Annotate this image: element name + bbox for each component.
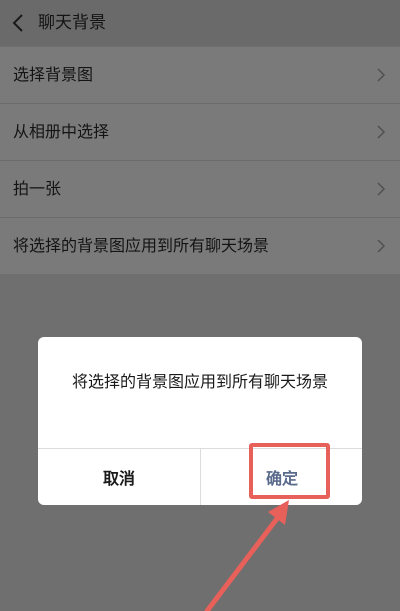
top-bar: 聊天背景 (0, 0, 400, 46)
chevron-right-icon (377, 68, 386, 82)
chevron-right-icon (377, 125, 386, 139)
menu-item-take-photo[interactable]: 拍一张 (0, 161, 400, 218)
cancel-button[interactable]: 取消 (38, 449, 200, 505)
menu-item-choose-from-album[interactable]: 从相册中选择 (0, 104, 400, 161)
page-title: 聊天背景 (38, 13, 106, 33)
menu-item-apply-to-all-chats[interactable]: 将选择的背景图应用到所有聊天场景 (0, 218, 400, 274)
chevron-right-icon (377, 239, 386, 253)
back-arrow-icon[interactable] (9, 12, 29, 34)
menu-item-choose-background[interactable]: 选择背景图 (0, 47, 400, 104)
menu-item-label: 选择背景图 (13, 65, 94, 84)
settings-list: 选择背景图 从相册中选择 拍一张 将选择的背景图应用到所有聊天场景 (0, 47, 400, 274)
menu-item-label: 将选择的背景图应用到所有聊天场景 (13, 236, 270, 255)
highlight-annotation-box (249, 443, 330, 499)
dialog-message: 将选择的背景图应用到所有聊天场景 (71, 372, 328, 391)
menu-item-label: 拍一张 (13, 179, 62, 198)
chevron-right-icon (377, 182, 386, 196)
menu-item-label: 从相册中选择 (13, 122, 110, 141)
